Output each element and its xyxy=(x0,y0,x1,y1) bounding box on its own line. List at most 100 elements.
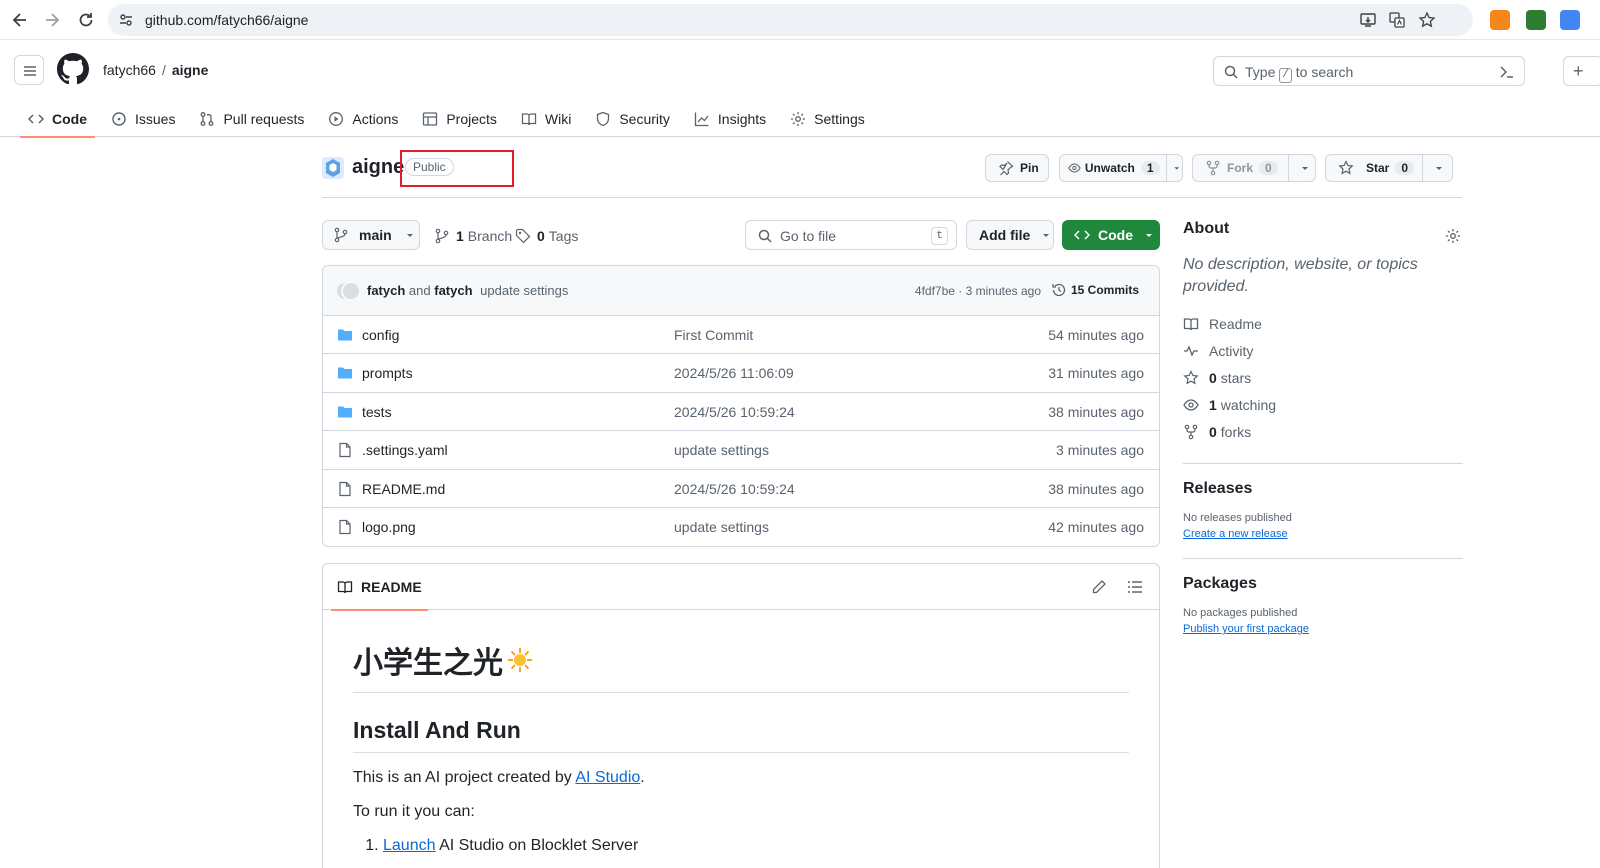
readme-tab[interactable]: README xyxy=(331,564,428,611)
avatar[interactable] xyxy=(335,281,361,301)
readme-content: 小学生之光 Install And Run This is an AI proj… xyxy=(323,610,1159,868)
command-palette-icon[interactable] xyxy=(1498,63,1516,81)
add-file-button[interactable]: Add file xyxy=(966,220,1054,250)
stars-count: 0 xyxy=(1209,369,1217,386)
create-new-button[interactable]: + xyxy=(1563,56,1600,86)
activity-label: Activity xyxy=(1209,342,1254,359)
tab-wiki[interactable]: Wiki xyxy=(513,101,579,137)
stars-link[interactable]: 0 stars xyxy=(1183,364,1463,391)
book-icon xyxy=(337,581,353,594)
file-name-link[interactable]: README.md xyxy=(362,481,445,497)
commit-sha-time[interactable]: 4fdf7be · 3 minutes ago xyxy=(915,284,1041,298)
file-name-link[interactable]: config xyxy=(362,327,399,343)
readme-title: 小学生之光 xyxy=(353,647,503,680)
site-settings-icon[interactable] xyxy=(118,12,134,28)
table-row[interactable]: config First Commit 54 minutes ago xyxy=(323,316,1159,355)
tags-link[interactable]: 0 Tags xyxy=(515,228,578,244)
tab-projects[interactable]: Projects xyxy=(414,101,505,137)
tab-pull-requests[interactable]: Pull requests xyxy=(191,101,312,137)
install-app-icon[interactable] xyxy=(1359,11,1377,29)
browser-toolbar: github.com/fatych66/aigne xyxy=(0,0,1600,40)
star-button[interactable]: Star 0 xyxy=(1325,154,1453,182)
menu-button[interactable] xyxy=(14,55,44,85)
activity-link[interactable]: Activity xyxy=(1183,337,1463,364)
author-link[interactable]: fatych xyxy=(434,283,472,298)
file-name-link[interactable]: tests xyxy=(362,404,392,420)
file-commit-message[interactable]: update settings xyxy=(674,519,769,535)
plus-icon: + xyxy=(1573,61,1584,81)
file-commit-message[interactable]: 2024/5/26 10:59:24 xyxy=(674,481,795,497)
tab-label: Security xyxy=(619,111,670,127)
chevron-down-icon[interactable] xyxy=(1299,160,1311,176)
create-release-link[interactable]: Create a new release xyxy=(1183,528,1288,540)
readme-h1: 小学生之光 xyxy=(353,638,1129,693)
branches-link[interactable]: 1 Branch xyxy=(434,228,512,244)
translate-icon[interactable] xyxy=(1388,11,1406,29)
search-input[interactable]: Type / to search xyxy=(1213,56,1525,86)
folder-icon xyxy=(338,329,352,341)
file-commit-message[interactable]: update settings xyxy=(674,442,769,458)
author-link[interactable]: fatych xyxy=(367,283,405,298)
table-row[interactable]: logo.png update settings 42 minutes ago xyxy=(323,508,1159,546)
issue-icon xyxy=(112,112,126,126)
packages-heading[interactable]: Packages xyxy=(1183,575,1463,593)
reload-icon[interactable] xyxy=(76,10,96,30)
tab-settings[interactable]: Settings xyxy=(782,101,873,137)
extension-icon[interactable] xyxy=(1560,10,1580,30)
file-name-link[interactable]: prompts xyxy=(362,365,413,381)
table-row[interactable]: prompts 2024/5/26 11:06:09 31 minutes ago xyxy=(323,354,1159,393)
readme-tab-label: README xyxy=(361,579,422,595)
bookmark-star-icon[interactable] xyxy=(1418,11,1436,29)
file-commit-message[interactable]: 2024/5/26 11:06:09 xyxy=(674,365,794,381)
code-button[interactable]: Code xyxy=(1062,220,1160,250)
owner-link[interactable]: fatych66 xyxy=(103,62,156,78)
gear-icon[interactable] xyxy=(1445,228,1461,244)
tab-security[interactable]: Security xyxy=(587,101,678,137)
fork-button[interactable]: Fork 0 xyxy=(1192,154,1316,182)
extension-icon[interactable] xyxy=(1526,10,1546,30)
commit-message-link[interactable]: update settings xyxy=(480,283,568,298)
readme-link[interactable]: Readme xyxy=(1183,310,1463,337)
file-age: 31 minutes ago xyxy=(1048,365,1144,382)
chevron-down-icon[interactable] xyxy=(1433,160,1445,176)
file-name-link[interactable]: .settings.yaml xyxy=(362,442,448,458)
pencil-icon[interactable] xyxy=(1091,579,1107,595)
watching-count: 1 xyxy=(1209,396,1217,413)
repo-name[interactable]: aigne xyxy=(352,156,404,179)
table-row[interactable]: tests 2024/5/26 10:59:24 38 minutes ago xyxy=(323,393,1159,432)
file-name-link[interactable]: logo.png xyxy=(362,519,416,535)
url-text[interactable]: github.com/fatych66/aigne xyxy=(145,12,308,28)
commits-count: 15 Commits xyxy=(1070,283,1139,297)
readme-paragraph: This is an AI project created by AI Stud… xyxy=(353,769,1129,787)
chevron-down-icon[interactable] xyxy=(1172,160,1182,176)
forward-icon[interactable] xyxy=(42,10,62,30)
forks-link[interactable]: 0 forks xyxy=(1183,418,1463,445)
watching-link[interactable]: 1 watching xyxy=(1183,391,1463,418)
metamask-extension-icon[interactable] xyxy=(1490,10,1510,30)
github-logo-icon[interactable] xyxy=(57,53,89,85)
launch-link[interactable]: Launch xyxy=(383,837,436,854)
releases-heading[interactable]: Releases xyxy=(1183,480,1463,498)
go-to-file-input[interactable]: Go to file t xyxy=(745,220,957,250)
tab-code[interactable]: Code xyxy=(20,101,95,138)
fork-icon xyxy=(1184,424,1198,439)
repo-link[interactable]: aigne xyxy=(172,62,209,78)
tab-insights[interactable]: Insights xyxy=(686,101,774,137)
address-bar[interactable]: github.com/fatych66/aigne xyxy=(108,4,1473,36)
commits-link[interactable]: 15 Commits xyxy=(1051,282,1139,298)
file-commit-message[interactable]: First Commit xyxy=(674,327,753,343)
table-row[interactable]: .settings.yaml update settings 3 minutes a… xyxy=(323,431,1159,470)
table-row[interactable]: README.md 2024/5/26 10:59:24 38 minutes ag… xyxy=(323,470,1159,508)
pin-button[interactable]: Pin xyxy=(985,154,1049,182)
back-icon[interactable] xyxy=(10,10,30,30)
unwatch-button[interactable]: Unwatch 1 xyxy=(1059,154,1183,182)
repo-tabs: Code Issues Pull requests Actions Projec… xyxy=(20,101,881,138)
tab-actions[interactable]: Actions xyxy=(320,101,406,137)
branch-selector[interactable]: main xyxy=(322,220,420,250)
file-commit-message[interactable]: 2024/5/26 10:59:24 xyxy=(674,404,795,420)
list-icon[interactable] xyxy=(1127,579,1143,595)
tab-issues[interactable]: Issues xyxy=(103,101,183,137)
publish-package-link[interactable]: Publish your first package xyxy=(1183,623,1309,635)
ai-studio-link[interactable]: AI Studio xyxy=(575,769,640,786)
branch-icon xyxy=(334,227,348,243)
